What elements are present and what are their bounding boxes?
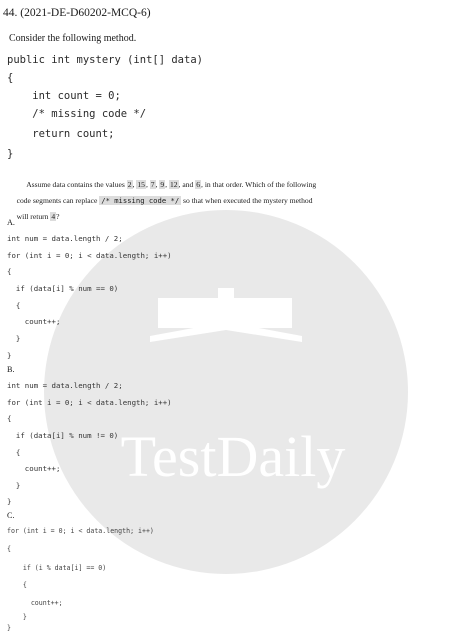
option-c-code-line: }: [7, 613, 27, 621]
question-header: 44. (2021-DE-D60202-MCQ-6): [3, 7, 151, 19]
option-a-code-line: {: [7, 301, 21, 310]
option-c-code-line: }: [7, 624, 11, 632]
option-b-code-line: if (data[i] % num != 0): [7, 431, 119, 440]
option-b-code-line: for (int i = 0; i < data.length; i++): [7, 398, 172, 407]
option-c-code-line: count++;: [7, 599, 63, 607]
method-line: {: [7, 72, 14, 84]
option-b-code-line: }: [7, 481, 21, 490]
option-b-code-line: {: [7, 414, 12, 423]
prompt-line-3: will return 4?: [16, 212, 60, 221]
method-line: public int mystery (int[] data): [7, 54, 203, 66]
method-line: return count;: [7, 128, 115, 140]
option-c-code-line: {: [7, 545, 11, 553]
option-c-label: C.: [7, 511, 15, 520]
option-c-code-line: for (int i = 0; i < data.length; i++): [7, 527, 154, 535]
method-line: int count = 0;: [7, 90, 121, 102]
option-a-code-line: }: [7, 334, 21, 343]
option-c-code-line: if (i % data[i] == 0): [7, 564, 107, 572]
option-c-code-line: {: [7, 581, 27, 589]
option-b-code-line: count++;: [7, 464, 61, 473]
question-intro: Consider the following method.: [9, 33, 137, 44]
option-a-code-line: int num = data.length / 2;: [7, 234, 123, 243]
method-line: }: [7, 148, 14, 160]
option-a-code-line: count++;: [7, 317, 61, 326]
option-a-code-line: for (int i = 0; i < data.length; i++): [7, 251, 172, 260]
option-a-label: A.: [7, 218, 15, 227]
option-b-code-line: {: [7, 448, 21, 457]
option-a-code-line: if (data[i] % num == 0): [7, 284, 119, 293]
option-b-label: B.: [7, 365, 15, 374]
code-reference-highlight: /* missing code */: [99, 196, 182, 205]
method-line: /* missing code */: [7, 108, 147, 120]
option-a-code-line: }: [7, 351, 12, 360]
option-a-code-line: {: [7, 267, 12, 276]
option-b-code-line: int num = data.length / 2;: [7, 381, 123, 390]
option-b-code-line: }: [7, 497, 12, 506]
